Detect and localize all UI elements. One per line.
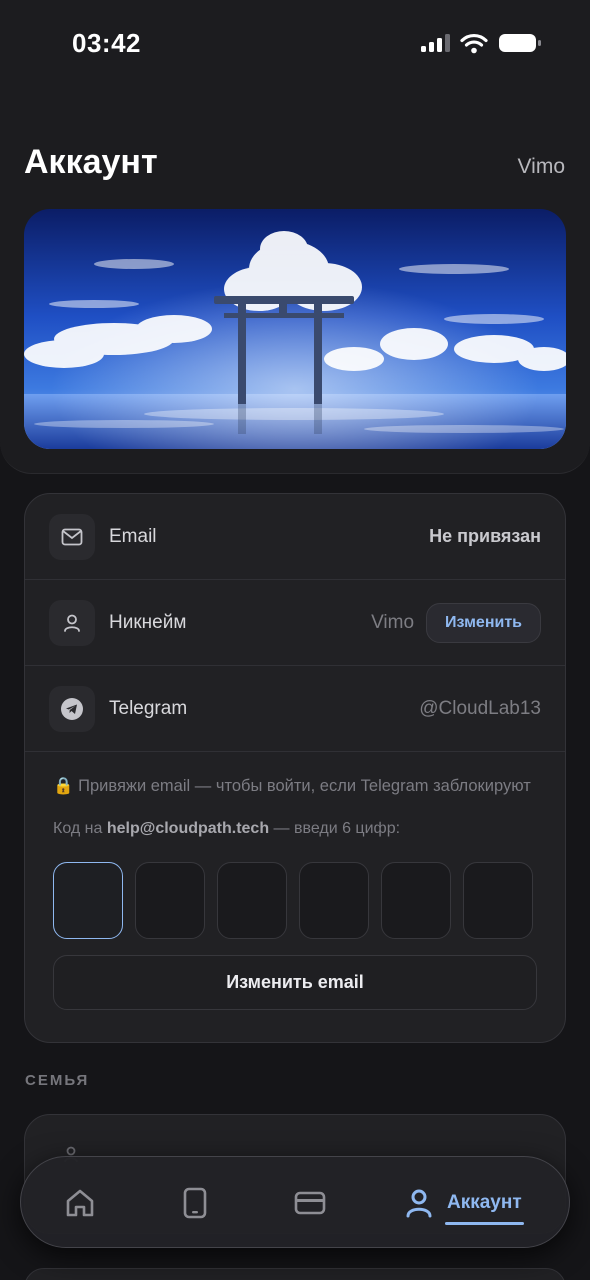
status-icons	[420, 32, 542, 54]
email-hint-text: Привяжи email — чтобы войти, если Telegr…	[78, 777, 531, 795]
home-icon	[66, 1189, 94, 1217]
email-label: Email	[109, 525, 157, 547]
code-digit-input[interactable]	[135, 862, 205, 939]
wifi-icon	[460, 33, 488, 53]
page-title: Аккаунт	[24, 143, 158, 181]
code-input-group	[53, 862, 537, 939]
code-digit-input[interactable]	[217, 862, 287, 939]
telegram-row[interactable]: Telegram @CloudLab13	[25, 666, 565, 752]
tab-bar: Аккаунт	[20, 1156, 570, 1248]
status-bar: 03:42	[0, 0, 590, 90]
tab-devices[interactable]	[174, 1157, 216, 1249]
edit-nickname-button[interactable]: Изменить	[426, 602, 541, 643]
code-hint-prefix: Код на	[53, 820, 107, 837]
mail-icon	[49, 513, 95, 560]
telegram-value: @CloudLab13	[419, 697, 541, 719]
bottom-card[interactable]	[24, 1268, 566, 1280]
banner-image	[24, 209, 566, 449]
code-hint-suffix: — введи 6 цифр:	[269, 820, 401, 837]
tab-home[interactable]	[59, 1157, 101, 1249]
email-verify-block: 🔒 Привяжи email — чтобы войти, если Tele…	[25, 752, 565, 1010]
code-digit-input[interactable]	[53, 862, 123, 939]
telegram-icon	[49, 685, 95, 732]
code-digit-input[interactable]	[299, 862, 369, 939]
code-digit-input[interactable]	[463, 862, 533, 939]
lock-icon: 🔒	[53, 777, 74, 795]
account-card: Email Не привязан Никнейм Vimo Изменить …	[24, 493, 566, 1043]
nickname-value: Vimo	[371, 611, 415, 633]
tab-account-label: Аккаунт	[445, 1192, 524, 1225]
phone-icon	[183, 1187, 207, 1219]
section-family-label: СЕМЬЯ	[25, 1072, 90, 1089]
header-username: Vimo	[517, 155, 565, 178]
code-digit-input[interactable]	[381, 862, 451, 939]
change-email-button[interactable]: Изменить email	[53, 955, 537, 1010]
email-value: Не привязан	[429, 526, 541, 546]
signal-icon	[421, 34, 450, 52]
status-time: 03:42	[72, 28, 141, 58]
account-icon	[406, 1189, 432, 1218]
tab-payments[interactable]	[289, 1157, 331, 1249]
code-hint: Код на help@cloudpath.tech — введи 6 циф…	[53, 820, 537, 838]
profile-banner	[24, 209, 566, 449]
email-hint: 🔒 Привяжи email — чтобы войти, если Tele…	[53, 774, 537, 798]
code-hint-email: help@cloudpath.tech	[106, 820, 270, 837]
battery-icon	[499, 34, 541, 52]
tab-account[interactable]: Аккаунт	[405, 1157, 555, 1249]
nickname-label: Никнейм	[109, 611, 187, 633]
email-row[interactable]: Email Не привязан	[25, 494, 565, 580]
telegram-label: Telegram	[109, 697, 188, 719]
nickname-row: Никнейм Vimo Изменить	[25, 580, 565, 666]
credit-card-icon	[294, 1191, 326, 1215]
user-icon	[49, 599, 95, 646]
